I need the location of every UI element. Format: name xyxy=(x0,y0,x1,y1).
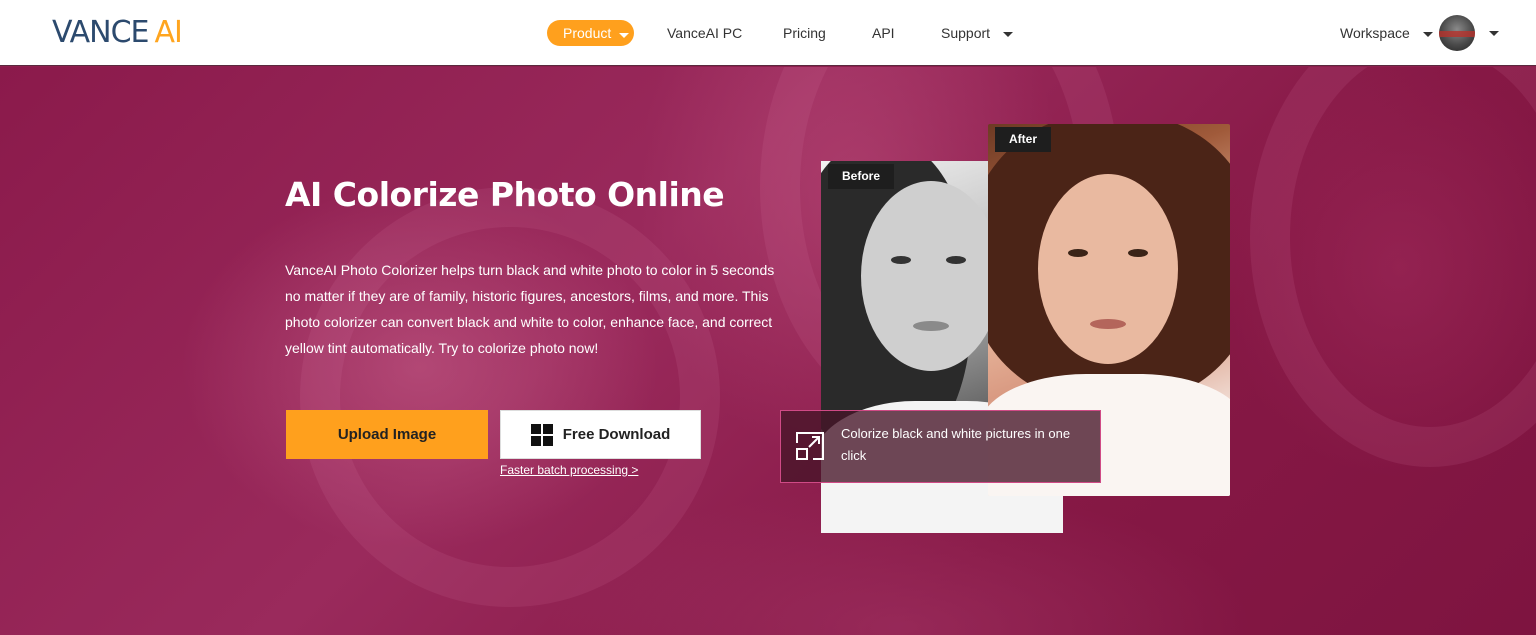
vanceai-logo[interactable]: VANCE AI xyxy=(52,15,183,51)
top-navbar: VANCE AI Product VanceAI PC Pricing API S… xyxy=(0,0,1536,66)
free-download-button[interactable]: Free Download xyxy=(500,410,701,459)
nav-product-dropdown[interactable]: Product xyxy=(547,20,634,46)
nav-product-label: Product xyxy=(563,25,612,41)
logo-text-ai: AI xyxy=(154,15,182,50)
nav-pricing[interactable]: Pricing xyxy=(783,20,826,46)
background-swirl xyxy=(300,187,720,607)
nav-support-dropdown[interactable]: Support xyxy=(941,20,1013,46)
windows-icon xyxy=(530,423,553,446)
nav-api[interactable]: API xyxy=(872,20,895,46)
before-tag: Before xyxy=(828,164,895,189)
colorize-caption-box: Colorize black and white pictures in one… xyxy=(780,410,1101,483)
nav-support-label: Support xyxy=(941,25,991,41)
avatar-chevron-down-icon[interactable] xyxy=(1489,31,1499,36)
workspace-label: Workspace xyxy=(1340,25,1410,41)
hero-section: AI Colorize Photo Online VanceAI Photo C… xyxy=(0,67,1536,635)
background-swirl xyxy=(1250,67,1536,467)
upload-image-button[interactable]: Upload Image xyxy=(286,410,488,459)
expand-icon xyxy=(796,432,824,460)
hero-description: VanceAI Photo Colorizer helps turn black… xyxy=(285,262,775,356)
after-tag: After xyxy=(995,127,1052,152)
chevron-down-icon xyxy=(619,33,629,38)
chevron-down-icon xyxy=(1422,31,1433,37)
logo-text-vance: VANCE xyxy=(52,15,149,50)
caption-text: Colorize black and white pictures in one… xyxy=(841,426,1071,463)
page-title: AI Colorize Photo Online xyxy=(285,175,725,214)
nav-vanceai-pc[interactable]: VanceAI PC xyxy=(667,20,742,46)
user-avatar[interactable] xyxy=(1439,15,1475,51)
chevron-down-icon xyxy=(1002,31,1013,37)
free-download-label: Free Download xyxy=(562,426,671,443)
faster-batch-processing-link[interactable]: Faster batch processing > xyxy=(500,463,638,477)
workspace-dropdown[interactable]: Workspace xyxy=(1340,20,1433,46)
